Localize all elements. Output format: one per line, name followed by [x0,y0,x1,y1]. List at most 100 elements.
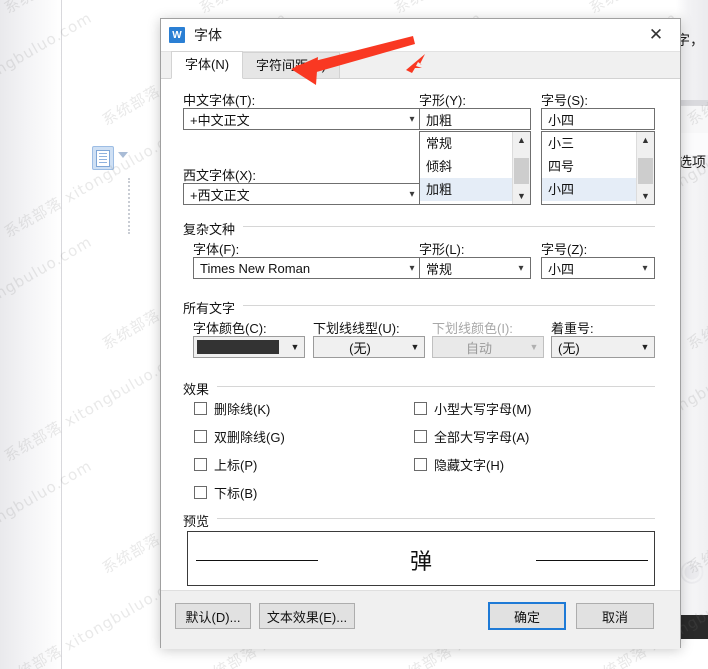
chevron-down-icon: ▾ [642,262,648,274]
western-font-combo[interactable]: +西文正文 ▾ [183,183,422,205]
checkbox-box[interactable] [194,486,207,499]
watermark-logo-icon: ◉ [678,554,706,587]
preview-group-title: 预览 [183,511,215,530]
underline-style-value: (无) [349,340,371,356]
scroll-up-icon[interactable]: ▲ [513,132,530,148]
underline-style-label: 下划线线型(U): [313,321,400,336]
cs-font-label: 字体(F): [193,242,240,257]
checkbox-label: 上标(P) [214,458,258,473]
checkbox-label: 全部大写字母(A) [434,430,530,445]
chevron-down-icon: ▼ [410,342,420,352]
scroll-down-icon[interactable]: ▼ [513,188,530,204]
checkbox-label: 隐藏文字(H) [434,458,505,473]
dialog-body: 中文字体(T): +中文正文 ▾ 西文字体(X): +西文正文 ▾ 字形(Y):… [161,79,680,649]
chevron-down-icon: ▼ [529,342,539,352]
checkbox-box[interactable] [414,458,427,471]
font-style-listbox[interactable]: 常规 倾斜 加粗 ▲ ▼ [419,131,531,205]
checkbox-label: 删除线(K) [214,402,271,417]
text-effects-button[interactable]: 文本效果(E)... [259,603,355,629]
wps-w-icon: W [169,27,185,43]
checkbox-box[interactable] [194,430,207,443]
cs-style-label: 字形(L): [419,242,465,257]
cs-style-value: 常规 [426,261,453,277]
page-left-margin [0,0,62,669]
checkbox-box[interactable] [414,402,427,415]
underline-color-label: 下划线颜色(I): [432,321,513,336]
scroll-thumb[interactable] [638,158,653,184]
font-size-value: 小四 [548,112,575,128]
scroll-down-icon[interactable]: ▼ [637,188,654,204]
checkbox-small-caps[interactable]: 小型大写字母(M) [414,399,532,418]
all-text-group-title: 所有文字 [183,298,241,317]
chinese-font-label: 中文字体(T): [183,93,256,108]
scrollbar[interactable]: ▲ ▼ [512,132,530,204]
font-size-label: 字号(S): [541,93,588,108]
preview-rule-left [196,560,318,561]
dialog-titlebar: W 字体 ✕ [161,19,680,52]
checkbox-hidden-text[interactable]: 隐藏文字(H) [414,455,504,474]
cancel-button[interactable]: 取消 [576,603,654,629]
font-style-label: 字形(Y): [419,93,466,108]
ok-button[interactable]: 确定 [488,602,566,630]
chevron-down-icon: ▾ [518,262,524,274]
western-font-value: +西文正文 [190,187,250,203]
chevron-down-icon[interactable]: ▼ [286,342,304,352]
complex-script-group-title: 复杂文种 [183,219,241,238]
tab-font[interactable]: 字体(N) [171,51,244,79]
cs-font-combo[interactable]: Times New Roman ▾ [193,257,422,279]
group-divider [217,386,655,387]
default-button[interactable]: 默认(D)... [175,603,251,629]
scroll-up-icon[interactable]: ▲ [637,132,654,148]
list-item[interactable]: 小四 [542,178,637,201]
close-icon[interactable]: ✕ [634,20,678,51]
checkbox-all-caps[interactable]: 全部大写字母(A) [414,427,529,446]
checkbox-label: 下标(B) [214,486,258,501]
checkbox-box[interactable] [414,430,427,443]
list-item[interactable]: 倾斜 [420,155,513,178]
font-preview-box: 弹 [187,531,655,586]
font-size-listbox[interactable]: 小三 四号 小四 ▲ ▼ [541,131,655,205]
list-item[interactable]: 常规 [420,132,513,155]
checkbox-subscript[interactable]: 下标(B) [194,483,257,502]
paste-options-chevron-down-icon[interactable] [118,152,128,158]
list-item[interactable]: 加粗 [420,178,513,201]
paste-options-icon[interactable] [92,146,114,170]
cs-size-value: 小四 [548,261,575,277]
scrollbar[interactable]: ▲ ▼ [636,132,654,204]
checkbox-double-strikethrough[interactable]: 双删除线(G) [194,427,285,446]
font-style-input[interactable]: 加粗 [419,108,531,130]
chinese-font-value: +中文正文 [190,112,250,128]
checkbox-superscript[interactable]: 上标(P) [194,455,257,474]
underline-color-combo: 自动 ▼ [432,336,544,358]
checkbox-box[interactable] [194,402,207,415]
cs-size-label: 字号(Z): [541,242,588,257]
cs-style-combo[interactable]: 常规 ▾ [419,257,531,279]
emphasis-mark-combo[interactable]: (无) ▼ [551,336,655,358]
emphasis-mark-label: 着重号: [551,321,594,336]
chinese-font-combo[interactable]: +中文正文 ▾ [183,108,422,130]
checkbox-label: 双删除线(G) [214,430,285,445]
dialog-tabstrip: 字体(N) 字符间距(R) [161,51,680,79]
chevron-down-icon: ▼ [640,342,650,352]
effects-group-title: 效果 [183,379,215,398]
dialog-title: 字体 [194,27,222,43]
group-divider [243,305,655,306]
font-color-label: 字体颜色(C): [193,321,267,336]
list-item[interactable]: 小三 [542,132,637,155]
font-color-swatch [197,340,279,354]
checkbox-strikethrough[interactable]: 删除线(K) [194,399,270,418]
underline-style-combo[interactable]: (无) ▼ [313,336,425,358]
underline-color-value: 自动 [465,340,492,356]
checkbox-box[interactable] [194,458,207,471]
tab-character-spacing[interactable]: 字符间距(R) [242,52,341,78]
emphasis-mark-value: (无) [558,340,580,356]
scroll-thumb[interactable] [514,158,529,184]
font-color-picker[interactable]: ▼ [193,336,305,358]
dotted-guide-line [128,178,130,234]
tab-character-spacing-label: 字符间距(R) [256,58,327,73]
cs-size-combo[interactable]: 小四 ▾ [541,257,655,279]
font-size-input[interactable]: 小四 [541,108,655,130]
list-item[interactable]: 四号 [542,155,637,178]
font-style-value: 加粗 [426,112,453,128]
western-font-label: 西文字体(X): [183,168,256,183]
